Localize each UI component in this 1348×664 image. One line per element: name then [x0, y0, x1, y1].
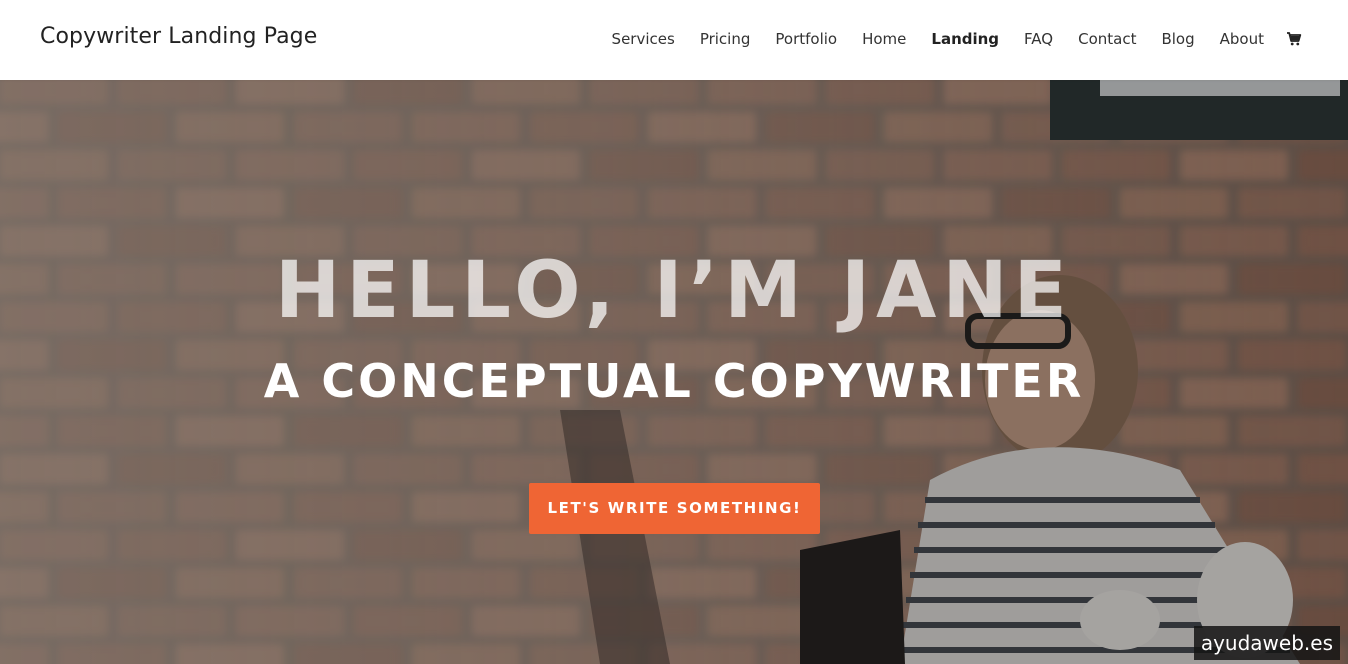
nav-item-pricing[interactable]: Pricing	[700, 30, 751, 48]
site-header: Copywriter Landing Page Services Pricing…	[0, 0, 1348, 80]
hero-subtitle: A CONCEPTUAL COPYWRITER	[263, 354, 1085, 408]
nav-item-faq[interactable]: FAQ	[1024, 30, 1053, 48]
hero-title: HELLO, I’M JANE	[275, 246, 1073, 336]
nav-item-about[interactable]: About	[1220, 30, 1264, 48]
cta-button[interactable]: LET'S WRITE SOMETHING!	[529, 483, 820, 534]
nav-item-blog[interactable]: Blog	[1161, 30, 1194, 48]
main-nav: Services Pricing Portfolio Home Landing …	[587, 30, 1302, 48]
site-title[interactable]: Copywriter Landing Page	[40, 24, 317, 49]
nav-item-services[interactable]: Services	[612, 30, 675, 48]
nav-item-portfolio[interactable]: Portfolio	[775, 30, 837, 48]
nav-item-contact[interactable]: Contact	[1078, 30, 1136, 48]
hero-section: HELLO, I’M JANE A CONCEPTUAL COPYWRITER …	[0, 80, 1348, 664]
nav-item-landing[interactable]: Landing	[931, 30, 999, 48]
nav-item-home[interactable]: Home	[862, 30, 906, 48]
shopping-cart-icon[interactable]	[1286, 31, 1302, 47]
watermark: ayudaweb.es	[1193, 626, 1340, 660]
